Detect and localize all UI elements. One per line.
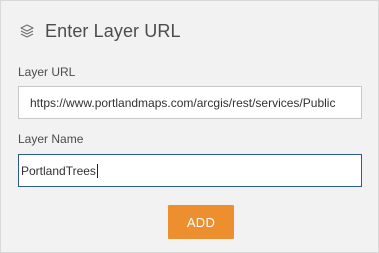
panel-title: Enter Layer URL [45, 20, 181, 41]
layer-name-label: Layer Name [18, 132, 84, 146]
layer-name-input[interactable]: PortlandTrees [18, 154, 362, 187]
add-button[interactable]: ADD [168, 205, 234, 239]
layer-url-input[interactable]: https://www.portlandmaps.com/arcgis/rest… [18, 86, 362, 119]
add-layer-panel: Enter Layer URL Layer URL https://www.po… [0, 0, 379, 253]
layer-name-value: PortlandTrees [21, 163, 96, 178]
layers-icon [18, 22, 36, 40]
panel-header: Enter Layer URL [18, 18, 181, 44]
layer-url-value: https://www.portlandmaps.com/arcgis/rest… [30, 95, 336, 110]
layer-url-label: Layer URL [18, 65, 76, 79]
text-caret [96, 163, 98, 178]
